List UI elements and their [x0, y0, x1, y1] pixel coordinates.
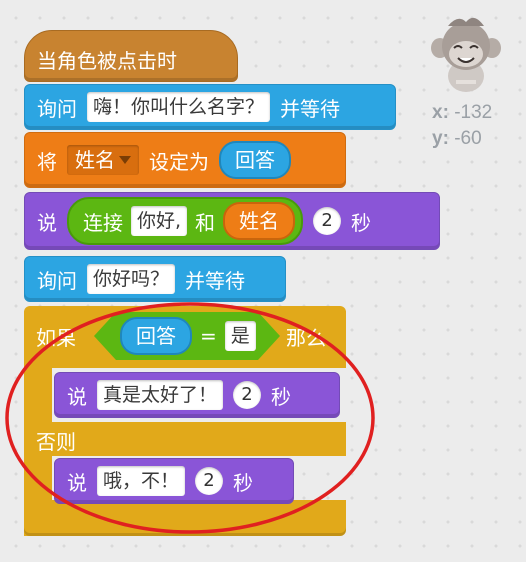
ask-and-wait-block[interactable]: 询问 嗨！你叫什么名字？ 并等待 — [24, 84, 396, 130]
name-variable-reporter[interactable]: 姓名 — [223, 202, 296, 240]
compare-value-input[interactable]: 是 — [225, 321, 256, 351]
say-text-input[interactable]: 真是太好了！ — [97, 380, 224, 410]
then-label: 那么 — [286, 326, 326, 350]
ask-question-input[interactable]: 你好吗？ — [87, 264, 176, 294]
and-wait-label: 并等待 — [280, 96, 341, 121]
seconds-label: 秒 — [233, 470, 254, 495]
hat-label: 当角色被点击时 — [37, 48, 177, 73]
say-for-secs-block[interactable]: 说 连接 你好, 和 姓名 2 秒 — [24, 192, 440, 250]
say-label: 说 — [67, 470, 87, 495]
ask-and-wait-block-2[interactable]: 询问 你好吗？ 并等待 — [24, 256, 286, 302]
set-label: 将 — [37, 149, 57, 174]
ask-label: 询问 — [37, 96, 77, 121]
ask-label: 询问 — [37, 268, 77, 293]
equals-operator[interactable]: 回答 = 是 — [94, 312, 280, 360]
seconds-input[interactable]: 2 — [313, 207, 342, 235]
variable-name: 姓名 — [75, 148, 115, 172]
say-for-secs-block-3[interactable]: 说 哦，不！ 2 秒 — [54, 458, 294, 504]
answer-reporter[interactable]: 回答 — [219, 141, 291, 179]
seconds-input[interactable]: 2 — [195, 467, 224, 495]
say-label: 说 — [67, 384, 87, 409]
say-for-secs-block-2[interactable]: 说 真是太好了！ 2 秒 — [54, 372, 340, 418]
and-wait-label: 并等待 — [185, 268, 246, 293]
monkey-sprite-icon — [431, 17, 501, 92]
join-first-input[interactable]: 你好, — [131, 206, 188, 236]
variable-dropdown[interactable]: 姓名 — [67, 145, 139, 175]
set-variable-block[interactable]: 将 姓名 设定为 回答 — [24, 132, 346, 188]
say-label: 说 — [37, 210, 57, 235]
equals-sign: = — [200, 324, 217, 348]
else-label: 否则 — [36, 430, 76, 454]
ask-question-input[interactable]: 嗨！你叫什么名字？ — [87, 92, 271, 122]
seconds-input[interactable]: 2 — [233, 381, 262, 409]
seconds-label: 秒 — [351, 210, 372, 235]
if-label: 如果 — [36, 326, 76, 350]
sprite-y-coordinate: y: -60 — [432, 128, 482, 149]
set-to-label: 设定为 — [149, 149, 209, 174]
when-sprite-clicked-hat-block[interactable]: 当角色被点击时 — [24, 30, 238, 82]
say-text-input[interactable]: 哦，不！ — [97, 466, 186, 496]
join-operator[interactable]: 连接 你好, 和 姓名 — [67, 197, 304, 245]
answer-reporter[interactable]: 回答 — [120, 317, 192, 355]
join-and-label: 和 — [195, 210, 216, 235]
dropdown-arrow-icon — [119, 156, 131, 164]
if-else-footer — [24, 500, 346, 536]
seconds-label: 秒 — [271, 384, 292, 409]
sprite-x-coordinate: x: -132 — [432, 102, 493, 123]
join-label: 连接 — [83, 210, 123, 235]
